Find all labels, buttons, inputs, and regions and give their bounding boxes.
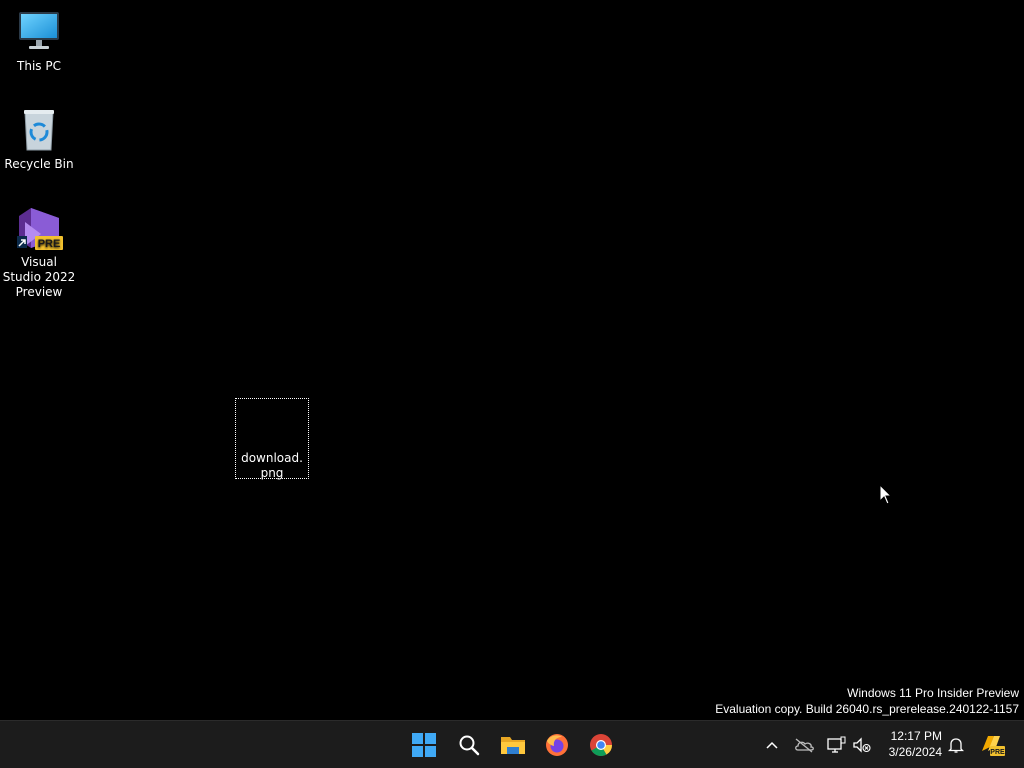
firefox-button[interactable] <box>539 727 575 763</box>
desktop-icon-recycle-bin[interactable]: Recycle Bin <box>1 106 77 172</box>
desktop-icon-this-pc[interactable]: This PC <box>1 8 77 74</box>
desktop-icon-visual-studio-preview[interactable]: PRE Visual Studio 2022 Preview <box>1 204 77 300</box>
show-hidden-icons-button[interactable] <box>760 733 784 757</box>
windows-watermark: Windows 11 Pro Insider Preview Evaluatio… <box>715 685 1019 717</box>
chevron-up-icon <box>766 741 778 749</box>
copilot-button[interactable]: PRE <box>978 733 1006 757</box>
windows-start-icon <box>412 733 436 757</box>
search-button[interactable] <box>451 727 487 763</box>
folder-icon <box>501 737 525 754</box>
clock-date: 3/26/2024 <box>888 745 942 759</box>
desktop-file-download-png[interactable]: download.png <box>235 398 309 480</box>
monitor-icon <box>15 8 63 56</box>
volume-tray-button[interactable] <box>850 733 874 757</box>
clock-time: 12:17 PM <box>890 729 942 743</box>
start-button[interactable] <box>406 727 442 763</box>
firefox-icon <box>546 734 568 756</box>
desktop[interactable]: This PC Recycle Bin PRE Visual Studio 20… <box>0 0 1024 720</box>
chrome-button[interactable] <box>583 727 619 763</box>
network-tray-button[interactable] <box>824 733 848 757</box>
file-explorer-button[interactable] <box>495 727 531 763</box>
copilot-icon: PRE <box>982 736 1005 756</box>
chrome-icon <box>590 734 612 756</box>
file-label: download.png <box>241 451 303 480</box>
taskbar: 12:17 PM 3/26/2024 PRE <box>0 720 1024 768</box>
desktop-icon-label: Recycle Bin <box>4 157 74 171</box>
search-icon <box>459 735 480 756</box>
desktop-icon-label: Visual Studio 2022 Preview <box>2 255 76 299</box>
clock[interactable]: 12:17 PM 3/26/2024 <box>872 728 942 760</box>
desktop-icon-label: This PC <box>17 59 61 73</box>
notifications-button[interactable] <box>944 733 968 757</box>
network-icon <box>827 736 846 753</box>
mouse-cursor-icon <box>879 483 893 506</box>
volume-muted-icon <box>853 737 871 753</box>
pre-badge: PRE <box>38 238 61 250</box>
onedrive-tray-button[interactable] <box>792 733 816 757</box>
onedrive-offline-icon <box>795 738 814 753</box>
recycle-bin-icon <box>15 106 63 154</box>
copilot-pre-badge: PRE <box>990 749 1005 756</box>
bell-icon <box>948 738 964 753</box>
watermark-edition: Windows 11 Pro Insider Preview <box>847 686 1019 700</box>
watermark-build: Evaluation copy. Build 26040.rs_prerelea… <box>715 702 1019 716</box>
visual-studio-preview-icon: PRE <box>15 204 63 252</box>
